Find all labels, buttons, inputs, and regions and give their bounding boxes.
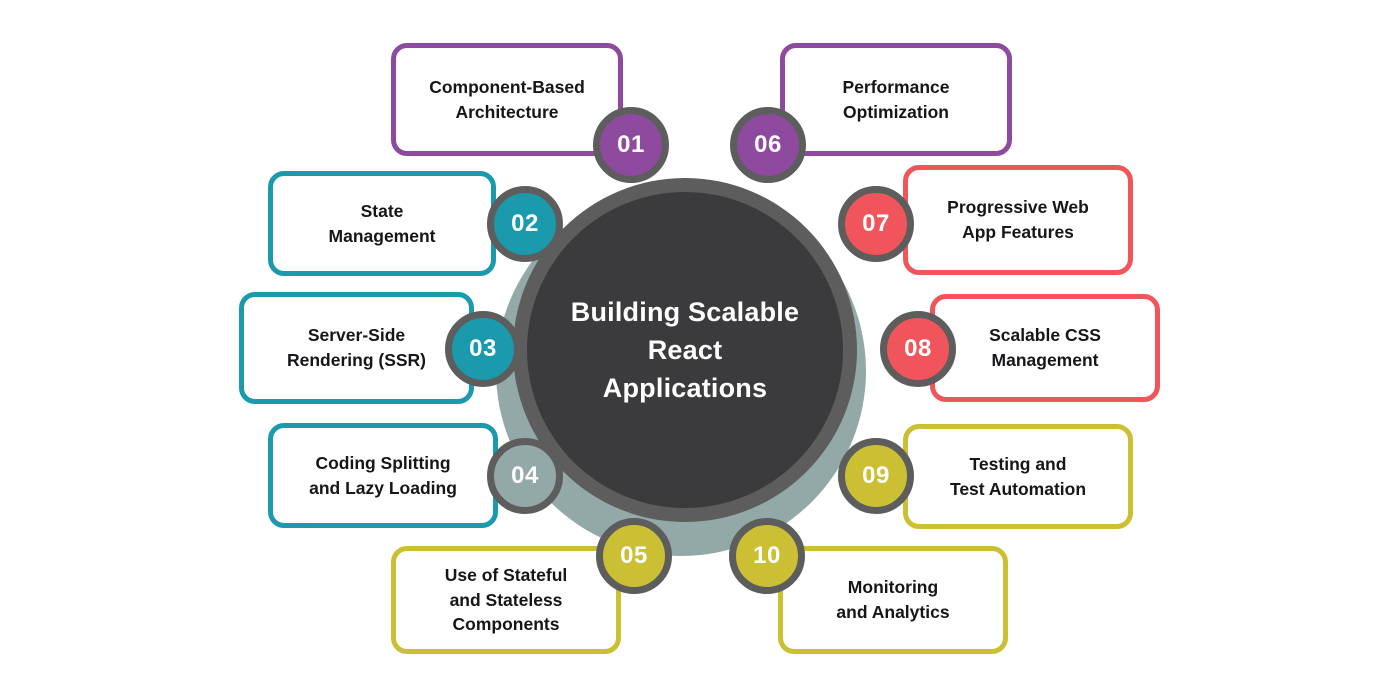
node-badge-number: 06 — [754, 131, 782, 158]
node-box[interactable]: Progressive Web App Features — [903, 165, 1133, 275]
node-label: Coding Splitting and Lazy Loading — [309, 452, 457, 498]
node-box[interactable]: Testing and Test Automation — [903, 424, 1133, 529]
node-badge-number: 05 — [620, 542, 648, 569]
node-badge-number: 03 — [469, 335, 497, 362]
hub-center-circle: Building Scalable React Applications — [527, 192, 843, 508]
node-badge[interactable]: 09 — [838, 438, 914, 514]
node-badge[interactable]: 08 — [880, 311, 956, 387]
node-label: Use of Stateful and Stateless Components — [444, 564, 568, 635]
node-label: Performance Optimization — [842, 76, 950, 122]
node-label: Monitoring and Analytics — [836, 577, 950, 622]
node-label: State Management — [328, 200, 436, 246]
node-label: Component-Based Architecture — [429, 76, 585, 122]
node-label: Server-Side Rendering (SSR) — [286, 325, 427, 370]
node-badge-number: 10 — [753, 542, 781, 569]
node-badge[interactable]: 06 — [730, 107, 806, 183]
node-badge[interactable]: 04 — [487, 438, 563, 514]
node-label: Progressive Web App Features — [947, 197, 1089, 242]
center-title: Building Scalable React Applications — [527, 293, 843, 408]
infographic-canvas: Building Scalable React Applications Comp… — [0, 0, 1400, 700]
node-box[interactable]: Server-Side Rendering (SSR) — [239, 292, 474, 404]
node-label: Testing and Test Automation — [949, 453, 1087, 499]
node-badge-number: 01 — [617, 131, 645, 158]
node-box[interactable]: Monitoring and Analytics — [778, 546, 1008, 654]
node-badge[interactable]: 03 — [445, 311, 521, 387]
node-badge-number: 08 — [904, 335, 932, 362]
center-title-line2: React Applications — [602, 334, 768, 404]
node-box[interactable]: Use of Stateful and Stateless Components — [391, 546, 621, 654]
node-badge-number: 07 — [862, 210, 890, 237]
node-box[interactable]: Component-Based Architecture — [391, 43, 623, 156]
node-box[interactable]: Scalable CSS Management — [930, 294, 1160, 402]
center-title-line1: Building Scalable — [570, 296, 800, 327]
node-badge[interactable]: 10 — [729, 518, 805, 594]
node-badge[interactable]: 07 — [838, 186, 914, 262]
node-box[interactable]: State Management — [268, 171, 496, 276]
node-box[interactable]: Coding Splitting and Lazy Loading — [268, 423, 498, 528]
node-badge[interactable]: 02 — [487, 186, 563, 262]
node-box[interactable]: Performance Optimization — [780, 43, 1012, 156]
node-badge-number: 04 — [511, 462, 539, 489]
node-badge[interactable]: 01 — [593, 107, 669, 183]
node-badge-number: 02 — [511, 210, 539, 237]
node-badge-number: 09 — [862, 462, 890, 489]
node-label: Scalable CSS Management — [989, 325, 1101, 370]
node-badge[interactable]: 05 — [596, 518, 672, 594]
